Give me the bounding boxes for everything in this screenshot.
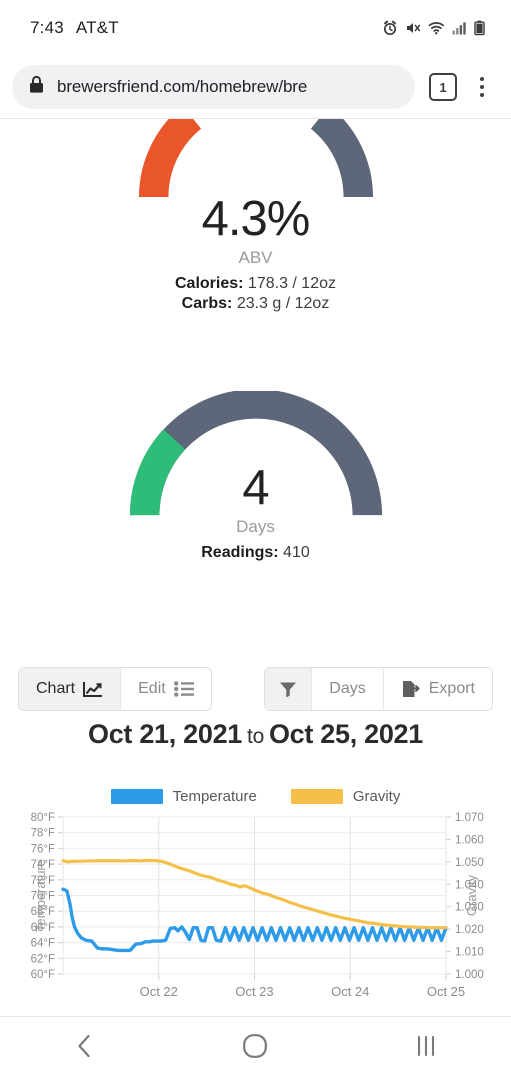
legend-swatch-gravity bbox=[290, 788, 343, 804]
filter-icon bbox=[279, 681, 297, 698]
chart-actions-group: Days Export bbox=[264, 667, 493, 711]
status-icons bbox=[382, 20, 485, 36]
tab-count-label: 1 bbox=[439, 79, 447, 95]
mute-icon bbox=[405, 20, 421, 36]
date-range-separator: to bbox=[247, 725, 264, 748]
recents-bars-icon bbox=[414, 1034, 438, 1063]
chart-tab-label: Chart bbox=[36, 680, 76, 697]
web-page-content: 4.3% ABV Calories: 178.3 / 12oz Carbs: 2… bbox=[0, 118, 511, 1016]
url-text: brewersfriend.com/homebrew/bre bbox=[57, 77, 308, 96]
kebab-dot bbox=[480, 93, 484, 97]
status-bar: 7:43 AT&T bbox=[0, 0, 511, 56]
calories-value: 178.3 / 12oz bbox=[247, 275, 336, 292]
back-chevron-icon bbox=[73, 1033, 97, 1064]
readings-value: 410 bbox=[283, 544, 310, 561]
browser-toolbar: brewersfriend.com/homebrew/bre 1 bbox=[0, 56, 511, 118]
export-label: Export bbox=[428, 680, 475, 697]
abv-gauge-arc bbox=[138, 119, 373, 197]
chart-svg: 80°F78°F76°F74°F72°F70°F68°F66°F64°F62°F… bbox=[31, 812, 484, 999]
y-axis-tick-label: 80°F bbox=[31, 812, 55, 824]
x-axis-tick-label: Oct 23 bbox=[235, 984, 273, 999]
x-axis-tick-label: Oct 24 bbox=[331, 984, 369, 999]
edit-tab-label: Edit bbox=[138, 680, 166, 697]
y-axis-tick-label: 60°F bbox=[31, 969, 55, 981]
fermentation-chart: Temperature Gravity 80°F 78°F 76°F 74°F 72°F… bbox=[0, 779, 511, 1016]
x-axis-tick-label: Oct 25 bbox=[427, 984, 465, 999]
view-mode-group: Chart Edit bbox=[18, 667, 212, 711]
calories-stat: Calories: 178.3 / 12oz bbox=[0, 275, 511, 293]
y-axis-tick-label: 78°F bbox=[31, 828, 55, 840]
alarm-icon bbox=[382, 20, 398, 36]
chart-plot-area[interactable]: 80°F 78°F 76°F 74°F 72°F 70°F 68°F 66°F 64°F 62°F… bbox=[0, 809, 511, 1009]
chart-tab-button[interactable]: Chart bbox=[19, 668, 122, 710]
edit-tab-button[interactable]: Edit bbox=[121, 668, 211, 710]
x-axis-tick-label: Oct 22 bbox=[140, 984, 178, 999]
days-unit-label: Days bbox=[236, 517, 275, 536]
file-export-icon bbox=[401, 680, 421, 698]
y-axis-tick-label: 76°F bbox=[31, 843, 55, 855]
export-button[interactable]: Export bbox=[383, 668, 492, 710]
calories-label: Calories: bbox=[175, 275, 244, 292]
date-range: Oct 21, 2021 to Oct 25, 2021 bbox=[0, 719, 511, 750]
y2-axis-tick-label: 1.010 bbox=[455, 947, 484, 959]
recents-button[interactable] bbox=[381, 1017, 471, 1080]
abv-gauge-center: 4.3% ABV Calories: 178.3 / 12oz Carbs: 2… bbox=[0, 195, 511, 313]
android-nav-bar bbox=[0, 1016, 511, 1080]
tab-counter-button[interactable]: 1 bbox=[429, 73, 457, 101]
cell-signal-icon bbox=[452, 20, 467, 36]
y2-axis-tick-label: 1.020 bbox=[455, 924, 484, 936]
phone-screen: 7:43 AT&T brewersfriend.com/homebrew/bre… bbox=[0, 0, 511, 1080]
home-button[interactable] bbox=[210, 1017, 300, 1080]
legend-label-temperature: Temperature bbox=[172, 787, 257, 805]
kebab-menu-icon[interactable] bbox=[465, 77, 499, 97]
y2-axis-title: Gravity bbox=[464, 874, 479, 916]
filter-button[interactable] bbox=[265, 668, 313, 710]
readings-stat: Readings: 410 bbox=[0, 544, 511, 562]
chart-toolbar: Chart Edit Days Export bbox=[0, 666, 511, 712]
chart-legend: Temperature Gravity bbox=[0, 783, 511, 809]
legend-label-gravity: Gravity bbox=[352, 787, 401, 805]
carbs-label: Carbs: bbox=[181, 295, 233, 312]
legend-swatch-temperature bbox=[110, 788, 163, 804]
y2-axis-tick-label: 1.070 bbox=[455, 812, 484, 824]
abv-unit-label: ABV bbox=[238, 248, 273, 267]
days-gauge: 4 Days Readings: 410 bbox=[0, 391, 511, 562]
y2-axis-tick-label: 1.050 bbox=[455, 857, 484, 869]
date-range-start: Oct 21, 2021 bbox=[88, 719, 243, 749]
days-filter-button[interactable]: Days bbox=[312, 668, 384, 710]
status-time-carrier: 7:43 AT&T bbox=[30, 18, 119, 38]
address-bar[interactable]: brewersfriend.com/homebrew/bre bbox=[12, 65, 415, 109]
line-chart-icon bbox=[83, 681, 103, 698]
days-filter-label: Days bbox=[329, 680, 366, 697]
home-circle-icon bbox=[242, 1033, 268, 1064]
days-value: 4 bbox=[242, 461, 269, 515]
wifi-icon bbox=[428, 20, 445, 36]
y-axis-title: Temperature bbox=[33, 859, 48, 932]
abv-value: 4.3% bbox=[201, 192, 311, 246]
lock-icon bbox=[28, 75, 45, 99]
carbs-value: 23.3 g / 12oz bbox=[236, 295, 330, 312]
abv-gauge: 4.3% ABV Calories: 178.3 / 12oz Carbs: 2… bbox=[0, 119, 511, 313]
date-range-end: Oct 25, 2021 bbox=[268, 719, 423, 749]
legend-item-gravity[interactable]: Gravity bbox=[290, 787, 401, 805]
readings-label: Readings: bbox=[201, 544, 279, 561]
days-gauge-center: 4 Days Readings: 410 bbox=[0, 464, 511, 562]
y-axis-tick-label: 62°F bbox=[31, 953, 55, 965]
carbs-stat: Carbs: 23.3 g / 12oz bbox=[0, 295, 511, 313]
battery-icon bbox=[474, 20, 485, 36]
status-time: 7:43 bbox=[30, 18, 64, 37]
status-carrier: AT&T bbox=[75, 18, 119, 37]
y2-axis-tick-label: 1.060 bbox=[455, 834, 484, 846]
y-axis-tick-label: 64°F bbox=[31, 938, 55, 950]
back-button[interactable] bbox=[40, 1017, 130, 1080]
kebab-dot bbox=[480, 77, 484, 81]
kebab-dot bbox=[480, 85, 484, 89]
legend-item-temperature[interactable]: Temperature bbox=[110, 787, 257, 805]
list-icon bbox=[173, 681, 194, 697]
y2-axis-tick-label: 1.000 bbox=[455, 969, 484, 981]
